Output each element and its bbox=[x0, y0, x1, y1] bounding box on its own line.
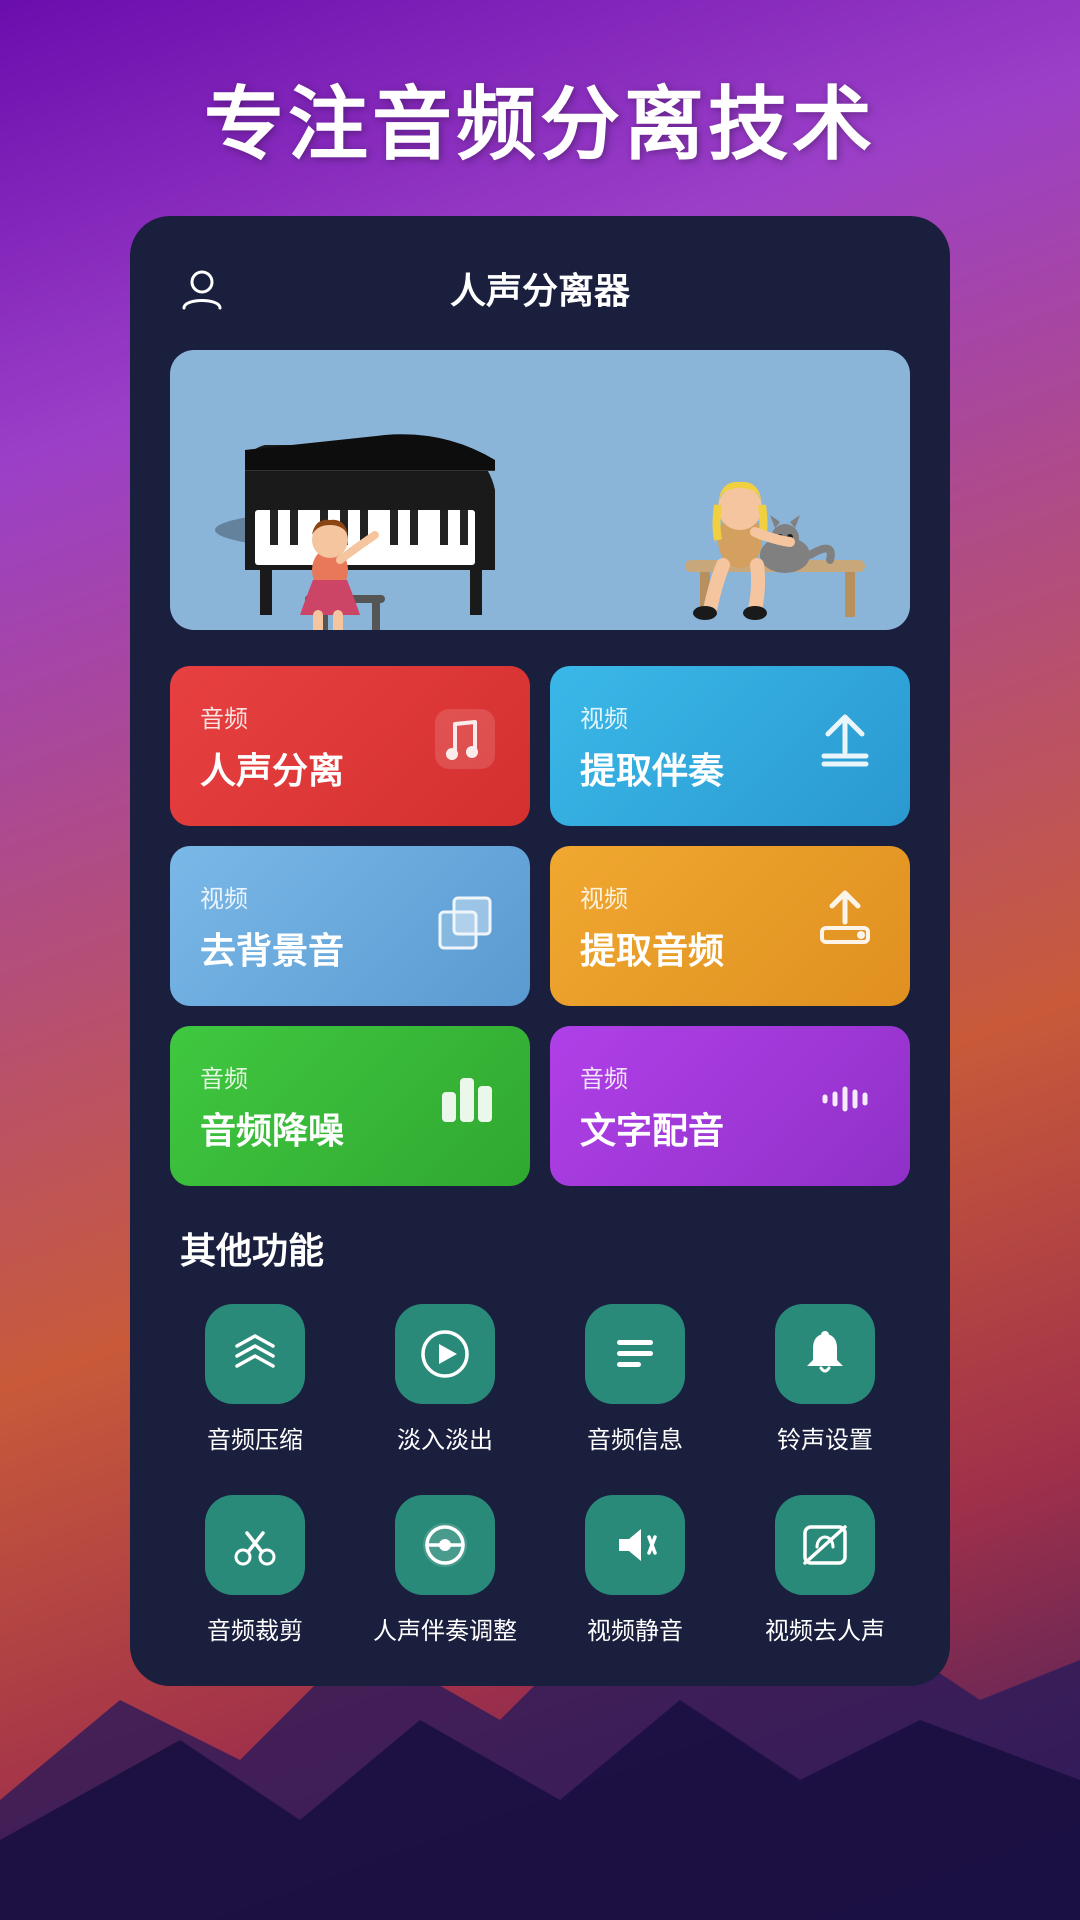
ringtone-label: 铃声设置 bbox=[777, 1420, 873, 1455]
video-mute-label: 视频静音 bbox=[587, 1611, 683, 1646]
feature-name: 音频降噪 bbox=[200, 1102, 344, 1154]
other-section-title: 其他功能 bbox=[170, 1222, 910, 1274]
upload2-icon bbox=[810, 884, 880, 969]
video-remove-vocals-item[interactable]: 视频去人声 bbox=[740, 1495, 910, 1646]
ringtone-item[interactable]: 铃声设置 bbox=[740, 1304, 910, 1455]
feature-name: 人声分离 bbox=[200, 742, 344, 794]
features-grid: 音频 人声分离 视频 提取伴奏 bbox=[170, 666, 910, 1186]
other-features-grid: 音频压缩 淡入淡出 音频信息 bbox=[170, 1304, 910, 1646]
bar-chart-icon bbox=[430, 1064, 500, 1149]
layers-icon bbox=[430, 884, 500, 969]
hero-banner bbox=[170, 350, 910, 630]
feature-tag: 音频 bbox=[580, 1059, 724, 1094]
feature-tag: 视频 bbox=[580, 699, 724, 734]
play-circle-icon bbox=[395, 1304, 495, 1404]
audio-trim-item[interactable]: 音频裁剪 bbox=[170, 1495, 340, 1646]
app-header: 人声分离器 bbox=[170, 256, 910, 320]
bell-icon bbox=[775, 1304, 875, 1404]
feature-tag: 音频 bbox=[200, 699, 344, 734]
feature-tag: 音频 bbox=[200, 1059, 344, 1094]
main-title: 专注音频分离技术 bbox=[0, 0, 1080, 216]
audio-info-label: 音频信息 bbox=[587, 1420, 683, 1455]
text-to-speech-button[interactable]: 音频 文字配音 bbox=[550, 1026, 910, 1186]
vocal-adjust-label: 人声伴奏调整 bbox=[373, 1611, 517, 1646]
audio-compress-item[interactable]: 音频压缩 bbox=[170, 1304, 340, 1455]
list-icon bbox=[585, 1304, 685, 1404]
fade-inout-label: 淡入淡出 bbox=[397, 1420, 493, 1455]
layers2-icon bbox=[205, 1304, 305, 1404]
equalizer-icon bbox=[395, 1495, 495, 1595]
feature-name: 文字配音 bbox=[580, 1102, 724, 1154]
extract-accompaniment-button[interactable]: 视频 提取伴奏 bbox=[550, 666, 910, 826]
feature-tag: 视频 bbox=[580, 879, 724, 914]
app-card: 人声分离器 bbox=[130, 216, 950, 1686]
extract-audio-button[interactable]: 视频 提取音频 bbox=[550, 846, 910, 1006]
voice-separation-button[interactable]: 音频 人声分离 bbox=[170, 666, 530, 826]
scissors-icon bbox=[205, 1495, 305, 1595]
feature-name: 提取音频 bbox=[580, 922, 724, 974]
upload-icon bbox=[810, 704, 880, 789]
video-mute-item[interactable]: 视频静音 bbox=[550, 1495, 720, 1646]
audio-trim-label: 音频裁剪 bbox=[207, 1611, 303, 1646]
remove-background-button[interactable]: 视频 去背景音 bbox=[170, 846, 530, 1006]
audio-compress-label: 音频压缩 bbox=[207, 1420, 303, 1455]
feature-tag: 视频 bbox=[200, 879, 344, 914]
vocal-adjust-item[interactable]: 人声伴奏调整 bbox=[360, 1495, 530, 1646]
audio-info-item[interactable]: 音频信息 bbox=[550, 1304, 720, 1455]
sound-wave-icon bbox=[810, 1064, 880, 1149]
feature-name: 去背景音 bbox=[200, 922, 344, 974]
mute-icon bbox=[585, 1495, 685, 1595]
remove-person-icon bbox=[775, 1495, 875, 1595]
piano-illustration bbox=[185, 370, 525, 630]
user-icon[interactable] bbox=[170, 256, 234, 320]
video-remove-vocals-label: 视频去人声 bbox=[765, 1611, 885, 1646]
music-note-icon bbox=[430, 704, 500, 789]
listener-illustration bbox=[555, 370, 895, 630]
feature-name: 提取伴奏 bbox=[580, 742, 724, 794]
audio-denoise-button[interactable]: 音频 音频降噪 bbox=[170, 1026, 530, 1186]
app-title: 人声分离器 bbox=[234, 262, 846, 314]
fade-inout-item[interactable]: 淡入淡出 bbox=[360, 1304, 530, 1455]
